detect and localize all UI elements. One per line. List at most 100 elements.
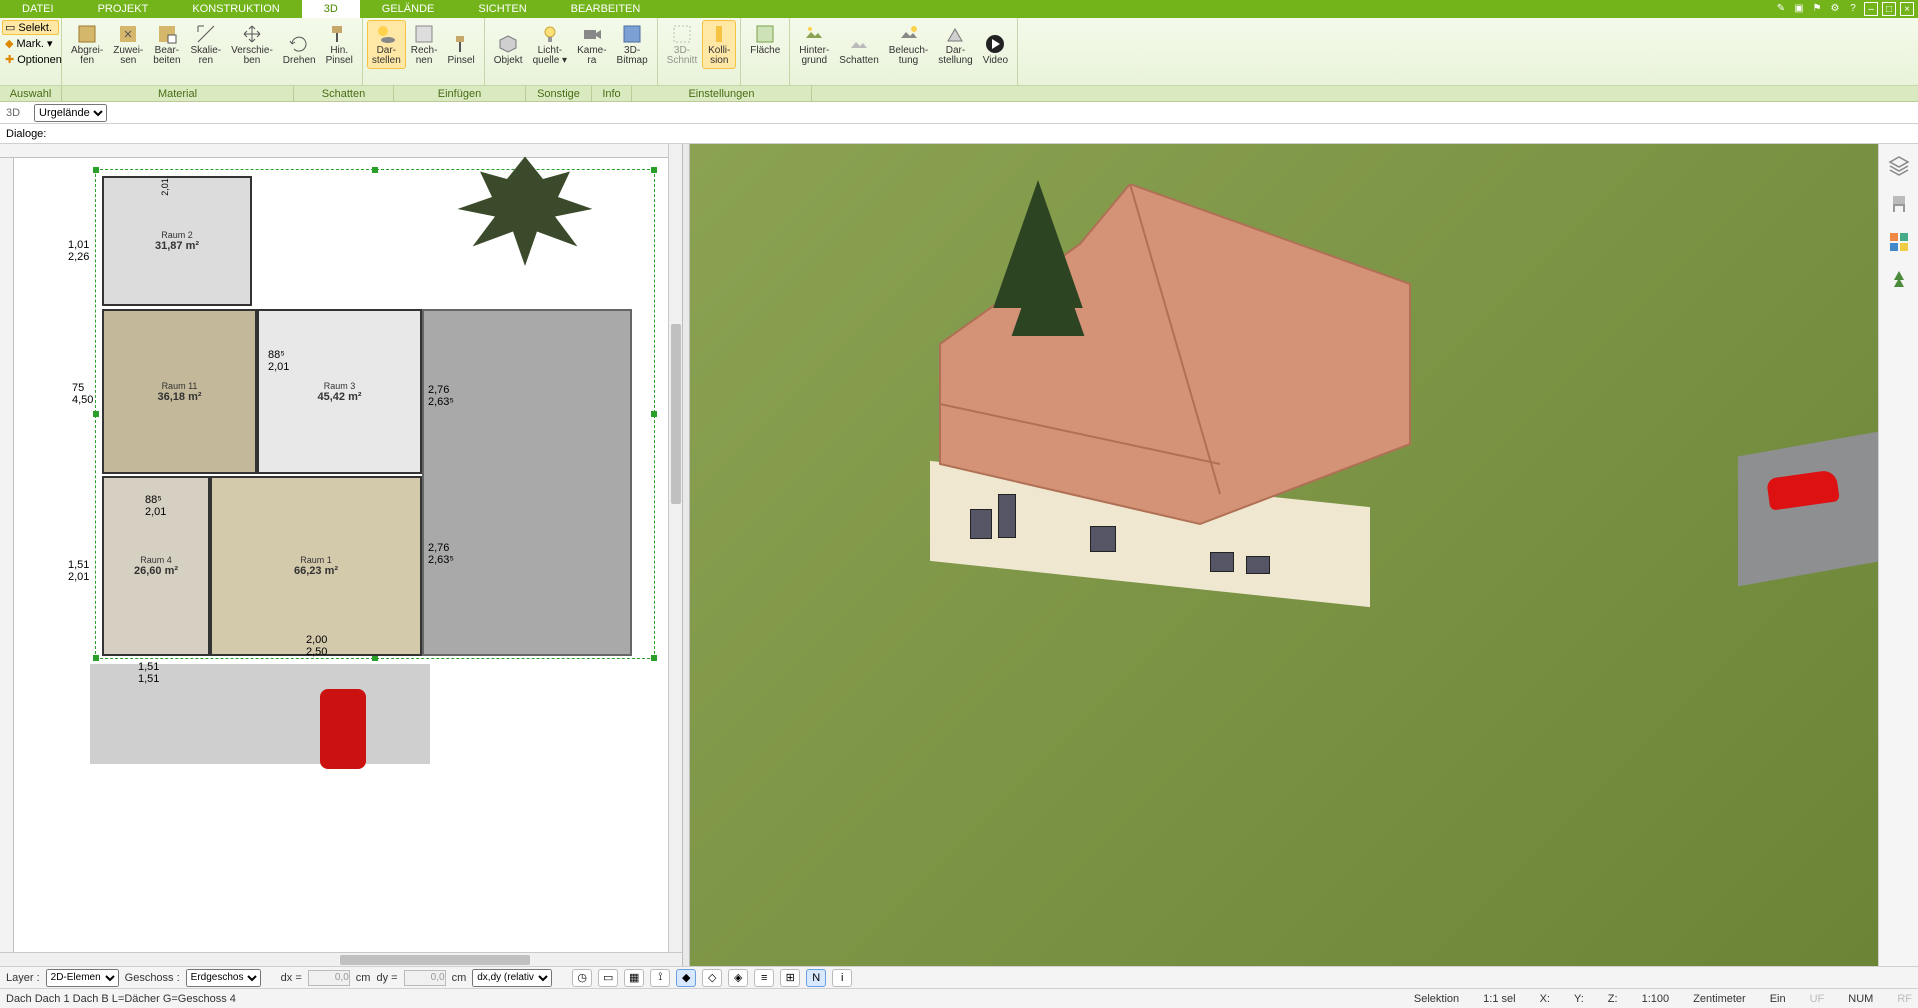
side-tools xyxy=(1878,144,1918,966)
toggle-clock-icon[interactable]: ◷ xyxy=(572,969,592,987)
dim-2: 2,01 xyxy=(160,178,170,196)
kollision-button[interactable]: Kolli- sion xyxy=(702,20,736,69)
darstellen-button[interactable]: Dar- stellen xyxy=(367,20,406,69)
room-3: Raum 345,42 m² xyxy=(257,309,422,474)
dy-input[interactable] xyxy=(404,970,446,986)
toggle-grid-icon[interactable]: ⊞ xyxy=(780,969,800,987)
flaeche-button[interactable]: Fläche xyxy=(745,20,785,59)
toggle-snap-icon[interactable]: ⟟ xyxy=(650,969,670,987)
work-area: Raum 231,87 m² Raum 1136,18 m² Raum 345,… xyxy=(0,144,1918,966)
dialoge-strip: Dialoge: xyxy=(0,124,1918,144)
tab-projekt[interactable]: PROJEKT xyxy=(76,0,171,18)
scrollbar-horizontal[interactable] xyxy=(0,952,682,966)
dim-11: 1,512,01 xyxy=(68,559,89,583)
status-bar: Dach Dach 1 Dach B L=Dächer G=Geschoss 4… xyxy=(0,988,1918,1008)
mode-strip: 3D Urgelände xyxy=(0,102,1918,124)
schnitt-button[interactable]: 3D- Schnitt xyxy=(662,20,703,69)
room-11: Raum 1136,18 m² xyxy=(102,309,257,474)
cm-label-2: cm xyxy=(452,972,467,984)
schatten-button[interactable]: Schatten xyxy=(834,20,883,69)
selekt-button[interactable]: ▭Selekt. xyxy=(2,20,59,35)
dialoge-label: Dialoge: xyxy=(6,128,46,140)
objekt-button[interactable]: Objekt xyxy=(489,20,528,69)
toggle-ortho2-icon[interactable]: ◇ xyxy=(702,969,722,987)
status-y: Y: xyxy=(1574,993,1584,1005)
urgelaende-select[interactable]: Urgelände xyxy=(34,104,107,122)
status-selektion: Selektion xyxy=(1414,993,1459,1005)
roof xyxy=(900,184,1420,544)
status-scale: 1:100 xyxy=(1642,993,1670,1005)
dy-label: dy = xyxy=(376,972,397,984)
tree-icon xyxy=(450,149,600,259)
cm-label-1: cm xyxy=(356,972,371,984)
pinsel-button[interactable]: Pinsel xyxy=(442,20,479,69)
tab-bearbeiten[interactable]: BEARBEITEN xyxy=(549,0,663,18)
maximize-icon[interactable]: □ xyxy=(1882,2,1896,16)
drehen-button[interactable]: Drehen xyxy=(278,20,321,69)
settings-icon[interactable]: ⚙ xyxy=(1828,2,1842,16)
view-2d[interactable]: Raum 231,87 m² Raum 1136,18 m² Raum 345,… xyxy=(0,144,682,966)
bearbeiten-button[interactable]: Bear- beiten xyxy=(148,20,185,69)
darstellung-button[interactable]: Dar- stellung xyxy=(933,20,977,69)
chair-icon[interactable] xyxy=(1887,192,1911,216)
ribbon: ▭Selekt. ◆Mark.▾ ✚Optionen Abgrei- fen Z… xyxy=(0,18,1918,86)
minimize-icon[interactable]: – xyxy=(1864,2,1878,16)
bottom-toolbar: Layer : 2D-Elemen Geschoss : Erdgeschos … xyxy=(0,966,1918,988)
tab-konstruktion[interactable]: KONSTRUKTION xyxy=(170,0,301,18)
bitmap-button[interactable]: 3D- Bitmap xyxy=(612,20,653,69)
tool-icon[interactable]: ▣ xyxy=(1792,2,1806,16)
flag-icon[interactable]: ⚑ xyxy=(1810,2,1824,16)
mark-button[interactable]: ◆Mark.▾ xyxy=(2,36,59,51)
tab-3d[interactable]: 3D xyxy=(302,0,360,18)
plant-icon[interactable] xyxy=(1887,268,1911,292)
dx-input[interactable] xyxy=(308,970,350,986)
toggle-dia-icon[interactable]: ◈ xyxy=(728,969,748,987)
skalieren-button[interactable]: Skalie- ren xyxy=(186,20,227,69)
dx-label: dx = xyxy=(281,972,302,984)
splitter[interactable] xyxy=(682,144,690,966)
verschieben-button[interactable]: Verschie- ben xyxy=(226,20,278,69)
status-num: NUM xyxy=(1848,993,1873,1005)
group-label-sonstige: Sonstige xyxy=(526,86,592,101)
layers-icon[interactable] xyxy=(1887,154,1911,178)
close-icon[interactable]: × xyxy=(1900,2,1914,16)
abgreifen-button[interactable]: Abgrei- fen xyxy=(66,20,108,69)
tab-gelaende[interactable]: GELÄNDE xyxy=(360,0,457,18)
kamera-button[interactable]: Kame- ra xyxy=(572,20,611,69)
group-info: Fläche xyxy=(741,18,790,85)
window-4 xyxy=(1210,552,1234,572)
video-button[interactable]: Video xyxy=(978,20,1013,69)
beleuchtung-button[interactable]: Beleuch- tung xyxy=(884,20,933,69)
dim-3: 88⁵2,01 xyxy=(268,349,289,373)
pencil-icon[interactable]: ✎ xyxy=(1774,2,1788,16)
hintergrund-button[interactable]: Hinter- grund xyxy=(794,20,834,69)
layer-select[interactable]: 2D-Elemen xyxy=(46,969,119,987)
toggle-multi-icon[interactable]: ▦ xyxy=(624,969,644,987)
hinpinsel-button[interactable]: Hin. Pinsel xyxy=(321,20,358,69)
zuweisen-button[interactable]: Zuwei- sen xyxy=(108,20,148,69)
floor-plan[interactable]: Raum 231,87 m² Raum 1136,18 m² Raum 345,… xyxy=(20,164,672,956)
tab-datei[interactable]: DATEI xyxy=(0,0,76,18)
toggle-n-icon[interactable]: N xyxy=(806,969,826,987)
toggle-screen-icon[interactable]: ▭ xyxy=(598,969,618,987)
geschoss-select[interactable]: Erdgeschos xyxy=(186,969,261,987)
palette-icon[interactable] xyxy=(1887,230,1911,254)
geschoss-label: Geschoss : xyxy=(125,972,180,984)
view-3d[interactable] xyxy=(690,144,1878,966)
status-uf: UF xyxy=(1810,993,1825,1005)
tree-3d-2 xyxy=(1012,232,1085,336)
coord-mode-select[interactable]: dx,dy (relativ ka xyxy=(472,969,552,987)
dim-15: 88⁵2,01 xyxy=(145,494,166,518)
status-z: Z: xyxy=(1608,993,1618,1005)
status-unit: Zentimeter xyxy=(1693,993,1746,1005)
optionen-button[interactable]: ✚Optionen xyxy=(2,52,59,67)
rechnen-button[interactable]: Rech- nen xyxy=(406,20,443,69)
scrollbar-vertical[interactable] xyxy=(668,144,682,952)
help-icon[interactable]: ? xyxy=(1846,2,1860,16)
toggle-ortho-icon[interactable]: ◆ xyxy=(676,969,696,987)
tab-sichten[interactable]: SICHTEN xyxy=(456,0,548,18)
lichtquelle-button[interactable]: Licht- quelle ▾ xyxy=(528,20,573,69)
toggle-info-icon[interactable]: i xyxy=(832,969,852,987)
toggle-line-icon[interactable]: ≡ xyxy=(754,969,774,987)
ribbon-left-select: ▭Selekt. ◆Mark.▾ ✚Optionen xyxy=(0,18,62,85)
